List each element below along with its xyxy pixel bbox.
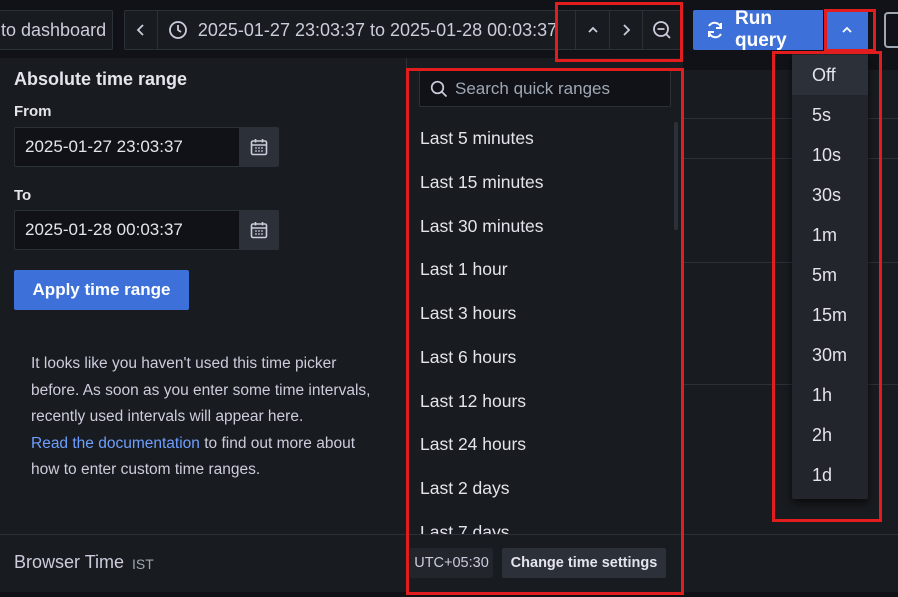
from-value: 2025-01-27 23:03:37	[25, 137, 183, 156]
utc-offset-badge: UTC+05:30	[410, 548, 493, 578]
back-to-dashboard-button[interactable]: to dashboard	[0, 10, 113, 50]
quick-range-item[interactable]: Last 1 hour	[420, 259, 508, 280]
refresh-option[interactable]: 30m	[792, 335, 868, 375]
time-range-label: 2025-01-27 23:03:37 to 2025-01-28 00:03:…	[197, 19, 558, 40]
quick-ranges-list: Last 5 minutes Last 15 minutes Last 30 m…	[406, 117, 676, 534]
refresh-option[interactable]: 5s	[792, 95, 868, 135]
absolute-range-title: Absolute time range	[14, 69, 188, 89]
calendar-icon	[250, 139, 268, 156]
quick-ranges-search-input[interactable]	[455, 78, 665, 99]
search-icon	[430, 80, 448, 98]
calendar-icon	[250, 222, 268, 239]
time-picker-help-text: It looks like you haven't used this time…	[31, 351, 371, 484]
collapse-picker-button[interactable]	[576, 11, 611, 49]
to-value: 2025-01-28 00:03:37	[25, 220, 183, 239]
run-query-label: Run query	[735, 8, 787, 51]
refresh-option[interactable]: 1h	[792, 375, 868, 415]
zoom-out-icon	[652, 21, 671, 39]
refresh-option[interactable]: 5m	[792, 255, 868, 295]
from-label: From	[14, 103, 52, 120]
quick-range-item[interactable]: Last 6 hours	[420, 347, 516, 368]
change-time-settings-button[interactable]: Change time settings	[502, 548, 666, 578]
split-view-button[interactable]	[884, 12, 898, 48]
to-field[interactable]: 2025-01-28 00:03:37	[14, 210, 240, 250]
chevron-left-icon	[136, 24, 144, 36]
refresh-icon	[705, 20, 725, 40]
zoom-out-button[interactable]	[643, 11, 680, 49]
quick-range-item[interactable]: Last 24 hours	[420, 434, 526, 455]
quick-range-item[interactable]: Last 2 days	[420, 478, 510, 499]
refresh-option[interactable]: Off	[792, 55, 868, 95]
run-query-button[interactable]: Run query	[693, 8, 823, 51]
from-calendar-button[interactable]	[239, 127, 279, 167]
refresh-option[interactable]: 10s	[792, 135, 868, 175]
to-calendar-button[interactable]	[239, 210, 279, 250]
browser-time-label: Browser Time	[14, 552, 125, 572]
refresh-interval-toggle[interactable]	[826, 10, 868, 50]
shift-forward-button[interactable]	[610, 11, 644, 49]
quick-ranges-scrollbar[interactable]	[674, 122, 678, 230]
refresh-option[interactable]: 2h	[792, 415, 868, 455]
quick-range-item[interactable]: Last 30 minutes	[420, 216, 544, 237]
shift-back-button[interactable]	[125, 11, 158, 49]
documentation-link[interactable]: Read the documentation	[31, 435, 200, 452]
quick-ranges-search[interactable]	[419, 70, 671, 107]
refresh-option[interactable]: 1d	[792, 455, 868, 495]
chevron-up-icon	[842, 26, 852, 33]
refresh-interval-menu: Off 5s 10s 30s 1m 5m 15m 30m 1h 2h 1d	[792, 53, 868, 499]
quick-range-item[interactable]: Last 3 hours	[420, 303, 516, 324]
chevron-right-icon	[623, 24, 631, 36]
apply-time-range-button[interactable]: Apply time range	[14, 270, 189, 310]
back-to-dashboard-label: to dashboard	[1, 19, 107, 40]
time-range-picker: 2025-01-27 23:03:37 to 2025-01-28 00:03:…	[124, 10, 681, 50]
timezone-abbreviation: IST	[132, 556, 154, 572]
quick-range-item[interactable]: Last 12 hours	[420, 391, 526, 412]
quick-range-item[interactable]: Last 7 days	[420, 522, 510, 534]
chevron-up-icon	[587, 26, 598, 33]
to-label: To	[14, 187, 32, 204]
refresh-option[interactable]: 30s	[792, 175, 868, 215]
clock-icon	[168, 20, 188, 40]
apply-time-range-label: Apply time range	[32, 280, 171, 299]
help-text-intro: It looks like you haven't used this time…	[31, 355, 371, 425]
from-field[interactable]: 2025-01-27 23:03:37	[14, 127, 240, 167]
quick-range-item[interactable]: Last 5 minutes	[420, 128, 534, 149]
time-range-button[interactable]: 2025-01-27 23:03:37 to 2025-01-28 00:03:…	[158, 11, 576, 49]
quick-range-item[interactable]: Last 15 minutes	[420, 172, 544, 193]
change-time-settings-label: Change time settings	[510, 555, 658, 571]
refresh-option[interactable]: 15m	[792, 295, 868, 335]
refresh-option[interactable]: 1m	[792, 215, 868, 255]
